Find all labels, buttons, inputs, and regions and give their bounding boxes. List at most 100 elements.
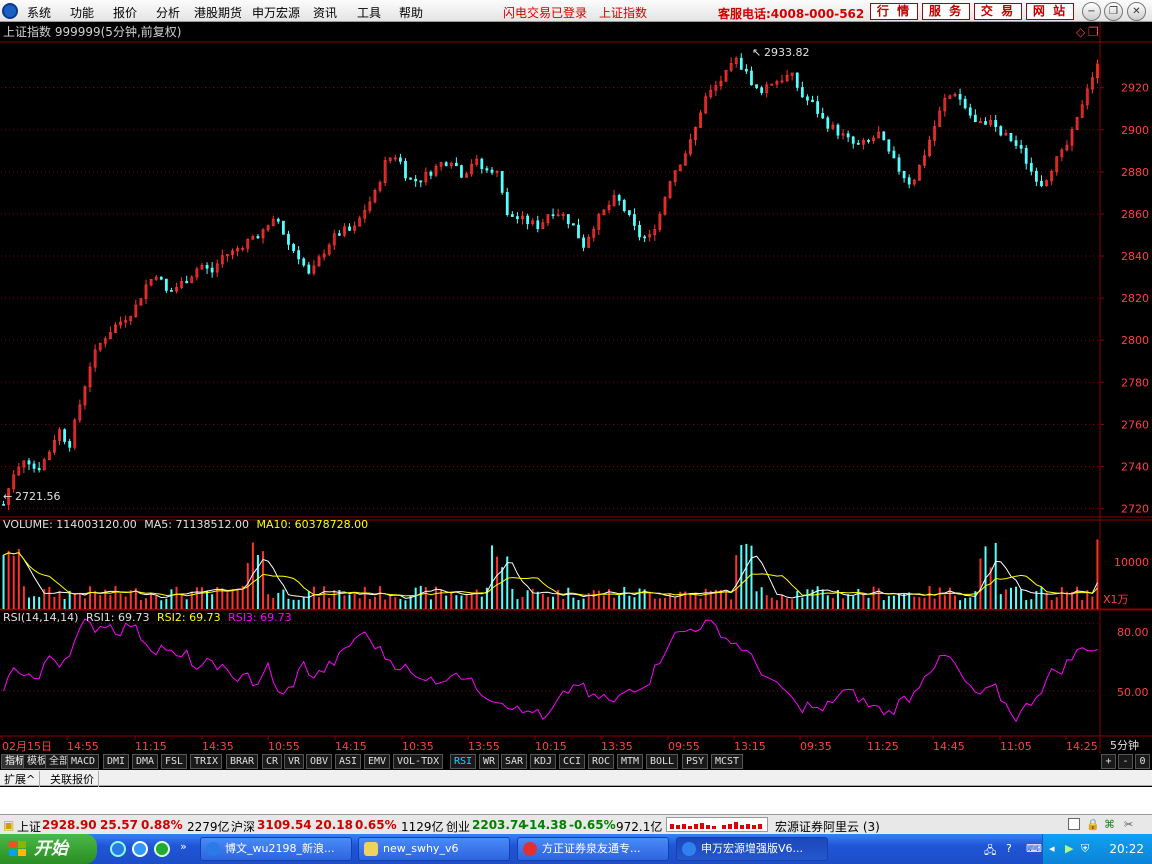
volume-bar [1025,600,1028,609]
tab-roc[interactable]: ROC [588,754,615,769]
volume-bar [236,589,239,609]
candle-body [480,158,484,170]
server-name[interactable]: 宏源证券阿里云 (3) [775,818,880,835]
website-button[interactable]: 网 站 [1026,3,1074,20]
tab-fsl[interactable]: FSL [161,754,188,769]
market-button[interactable]: 行 情 [870,3,918,20]
tab-macd[interactable]: MACD [67,754,100,769]
candle-body [800,87,804,98]
volume-bar [938,587,941,609]
taskbar-item-blog[interactable]: 博文_wu2198_新浪... [200,837,352,861]
candle-body [454,162,458,167]
candle-body [1024,147,1028,164]
menu-swhy[interactable]: 申万宏源 [252,4,300,21]
quicklaunch-expand-icon[interactable]: » [180,840,187,853]
volume-bar [145,598,148,609]
tab-wr[interactable]: WR [479,754,500,769]
menu-help[interactable]: 帮助 [399,4,423,21]
ie-icon[interactable] [110,841,126,857]
sh-value[interactable]: 2928.90 [42,818,97,832]
chart-options-icon[interactable]: ◇ [1076,25,1086,39]
tab-asi[interactable]: ASI [335,754,362,769]
menu-system[interactable]: 系统 [27,4,51,21]
reset-indicator-button[interactable]: 0 [1135,754,1150,769]
tab-extend[interactable]: 扩展^ [0,771,41,787]
menu-hk-futures[interactable]: 港股期货 [194,4,242,21]
time-tick-label: 02月15日 [2,740,52,753]
tab-kdj[interactable]: KDJ [530,754,557,769]
volume-bar [94,591,97,609]
tab-mcst[interactable]: MCST [711,754,744,769]
menu-quote[interactable]: 报价 [113,4,137,21]
volume-bar [1045,592,1048,609]
menu-tools[interactable]: 工具 [357,4,381,21]
volume-bar [628,595,631,609]
remove-indicator-button[interactable]: - [1118,754,1133,769]
tab-dmi[interactable]: DMI [103,754,130,769]
tab-emv[interactable]: EMV [364,754,391,769]
tab-related-quotes[interactable]: 关联报价 [46,771,99,787]
menu-function[interactable]: 功能 [70,4,94,21]
volume-bar [1015,586,1018,609]
tray-play-icon[interactable]: ▶ [1065,842,1073,855]
candle-body [1035,170,1038,182]
taskbar-item-swhy[interactable]: 申万宏源增强版V6... [676,837,828,861]
input-method-icon[interactable]: ⌨ [1026,842,1042,855]
tab-dma[interactable]: DMA [132,754,159,769]
clock[interactable]: 20:22 [1109,842,1144,856]
tab-cci[interactable]: CCI [559,754,586,769]
add-indicator-button[interactable]: + [1101,754,1116,769]
cy-label: 创业 [446,820,471,834]
volume-bar [180,595,183,609]
signal-icon[interactable]: ⌘ [1104,818,1115,831]
tab-vr[interactable]: VR [284,754,305,769]
volume-bar [99,595,102,609]
candle-body [958,94,962,100]
close-icon[interactable]: ✕ [1127,2,1146,21]
trade-button[interactable]: 交 易 [974,3,1022,20]
candle-body [404,160,407,179]
volume-bar [1091,596,1094,609]
minimize-icon[interactable]: − [1082,2,1101,21]
taskbar: 开始 » 博文_wu2198_新浪... new_swhy_v6 方正证券泉友通… [0,834,1152,864]
360-icon[interactable] [154,841,170,857]
tray-shield-icon[interactable]: ⛨ [1081,842,1089,856]
tab-vol-tdx[interactable]: VOL-TDX [393,754,444,769]
tab-boll[interactable]: BOLL [646,754,679,769]
volume-bar [348,594,351,609]
menu-info[interactable]: 资讯 [313,4,337,21]
volume-bar [821,589,824,609]
taskbar-item-founder[interactable]: 方正证券泉友通专... [517,837,669,861]
tab-sar[interactable]: SAR [501,754,528,769]
service-button[interactable]: 服 务 [922,3,970,20]
lock-icon[interactable]: 🔒 [1086,818,1100,831]
period-label[interactable]: 5分钟 [1110,738,1139,752]
tab-trix[interactable]: TRIX [190,754,223,769]
start-button[interactable]: 开始 [0,834,97,864]
volume-unit: X1万 [1103,593,1129,606]
tab-obv[interactable]: OBV [306,754,333,769]
tab-brar[interactable]: BRAR [226,754,259,769]
tab-cr[interactable]: CR [262,754,283,769]
menu-analysis[interactable]: 分析 [156,4,180,21]
tab-mtm[interactable]: MTM [617,754,644,769]
scissors-icon[interactable]: ✂ [1124,818,1133,831]
candle-body [32,463,36,469]
restore-icon[interactable]: ❐ [1104,2,1123,21]
volume-bar [460,595,463,609]
tray-arrow-icon[interactable]: ◂ [1049,842,1055,855]
layout-icon[interactable] [1068,818,1080,830]
cy-value[interactable]: 2203.74 [472,818,527,832]
tab-psy[interactable]: PSY [682,754,709,769]
extension-tab-bar: 扩展^ 关联报价 [0,770,1152,787]
chart-maximize-icon[interactable]: ❐ [1088,25,1099,39]
kline-chart[interactable]: 2720 2740 2760 2780 2800 2820 2840 2860 2880 2900… [0,22,1152,753]
tab-rsi[interactable]: RSI [450,754,477,769]
taskbar-item-folder[interactable]: new_swhy_v6 [358,837,510,861]
help-icon[interactable]: ? [1006,842,1012,855]
volume-bar [1004,589,1007,609]
hs-value[interactable]: 3109.54 [257,818,312,832]
network-icon[interactable]: 🖧 [984,842,996,861]
browser-icon[interactable] [132,841,148,857]
candle-body [1014,140,1018,146]
